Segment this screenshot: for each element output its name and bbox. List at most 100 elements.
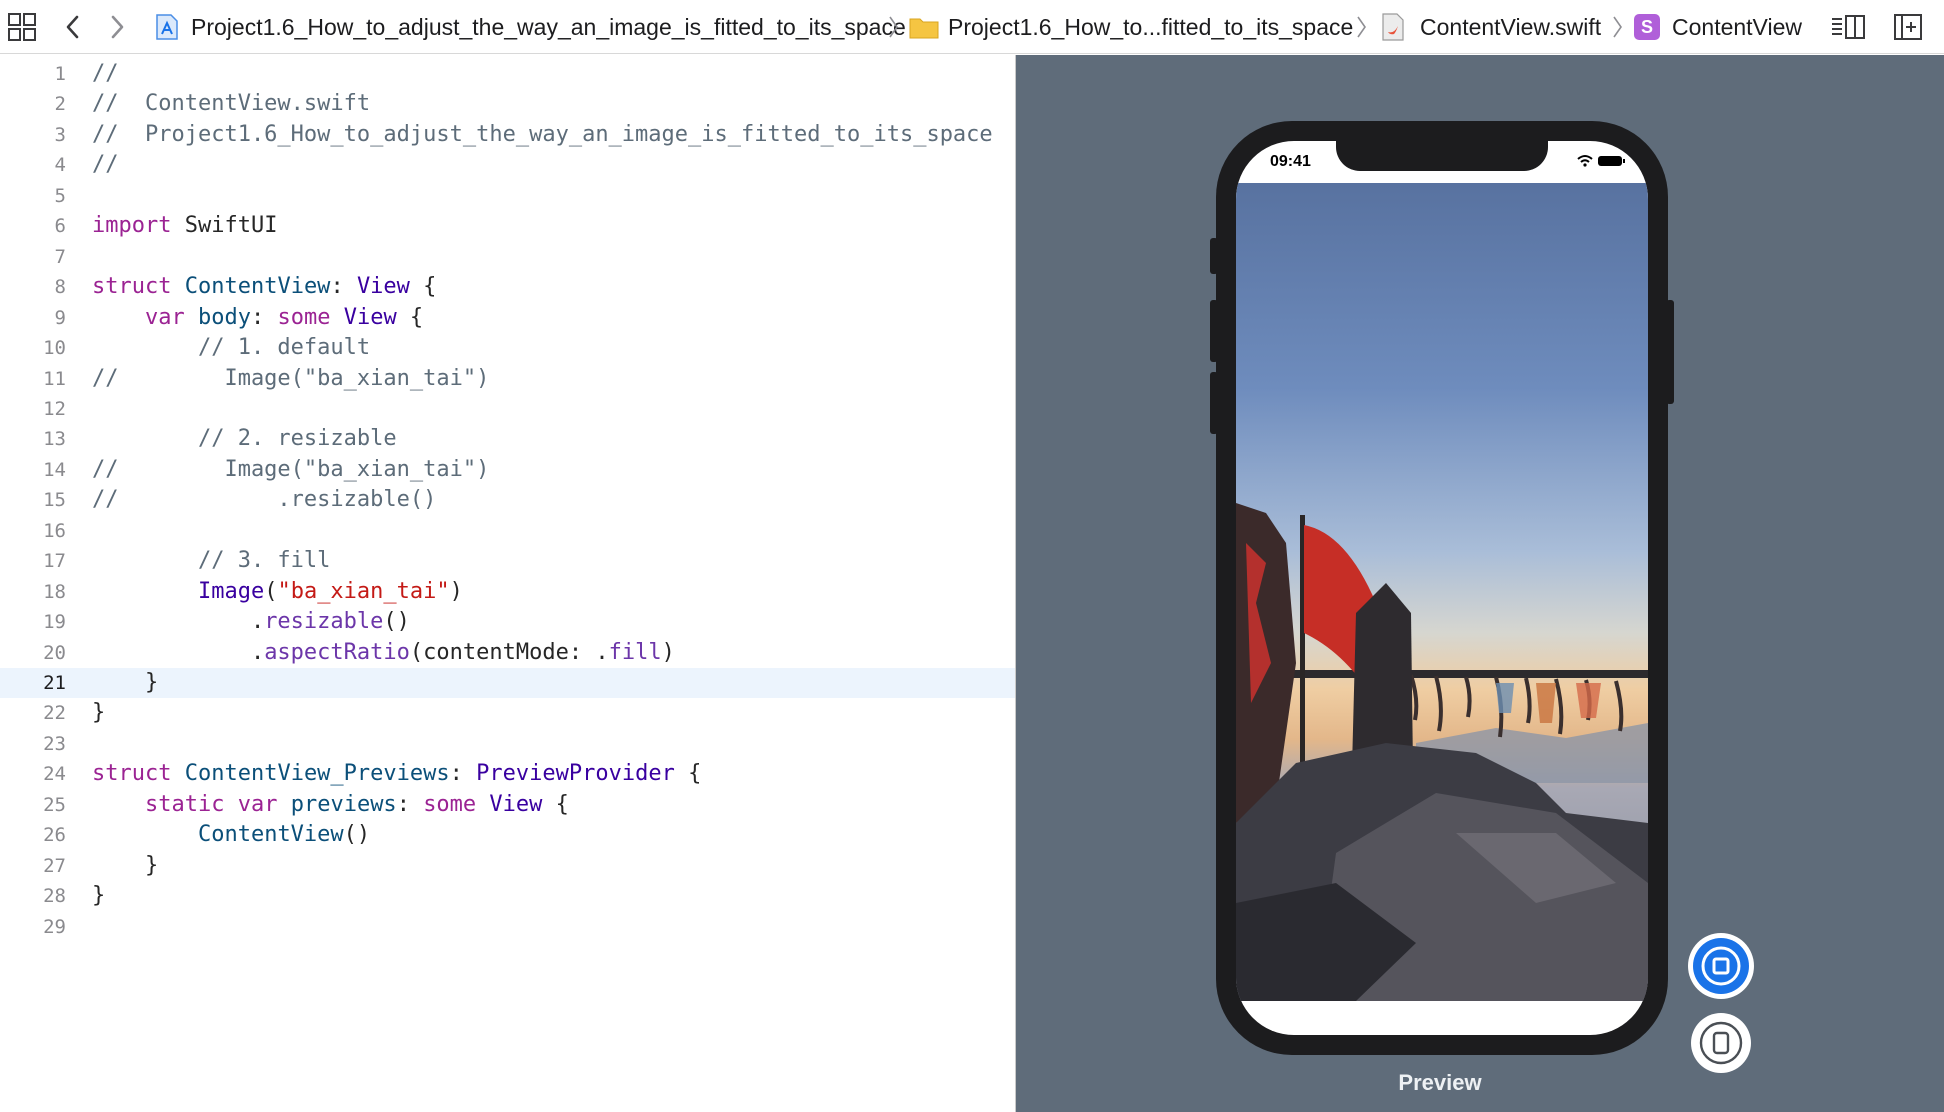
code-line[interactable]: 8 struct ContentView: View { [0,272,1015,302]
code-token: ) [661,639,675,665]
code-token: (contentMode: . [409,639,609,665]
back-button[interactable] [62,0,84,54]
code-token: } [92,670,159,695]
code-token: PreviewProvider [476,761,675,787]
code-line[interactable]: 21 } [0,668,1015,698]
code-token: . [92,639,265,665]
line-number: 5 [54,184,66,207]
code-line[interactable]: 23 [0,729,1015,759]
live-preview-button[interactable] [1686,931,1756,1001]
line-number: 6 [54,215,66,238]
code-token: // 1. default [92,335,371,361]
code-token: { [674,761,702,787]
code-text: .resizable() [92,607,410,637]
code-line[interactable]: 24 struct ContentView_Previews: PreviewPr… [0,759,1015,789]
code-text: // [92,59,119,89]
device-settings-button[interactable] [1690,1012,1752,1074]
code-token: { [409,274,437,300]
code-token: // 2. resizable [92,426,397,452]
mountain-photo [1236,183,1648,1001]
code-text: // Image("ba_xian_tai") [92,455,489,485]
line-number: 20 [43,641,66,664]
code-line[interactable]: 12 [0,394,1015,424]
add-editor-button[interactable] [1892,0,1924,54]
code-token: // .resizable() [92,487,437,513]
code-token: // ContentView.swift [92,91,371,117]
code-line[interactable]: 28} [0,881,1015,911]
code-token: { [396,304,424,330]
code-line[interactable]: 19 .resizable() [0,607,1015,637]
code-line[interactable]: 14 // Image("ba_xian_tai") [0,455,1015,485]
code-line[interactable]: 7 [0,242,1015,272]
code-line[interactable]: 13 // 2. resizable [0,424,1015,454]
code-line[interactable]: 16 [0,516,1015,546]
code-line[interactable]: 4 // [0,150,1015,180]
breadcrumb-file[interactable]: ContentView.swift [1380,0,1601,54]
line-number: 1 [54,63,66,85]
code-line[interactable]: 10 // 1. default [0,333,1015,363]
breadcrumb-symbol[interactable]: S ContentView [1634,0,1802,54]
line-number: 3 [54,123,66,146]
code-editor[interactable]: 1 // 2 // ContentView.swift 3 // Project1.6_H… [0,55,1015,1112]
code-token: previews [290,791,397,817]
code-token: : [330,274,357,300]
device-screen[interactable] [1236,141,1648,1035]
code-line[interactable]: 6 import SwiftUI [0,211,1015,241]
code-token: { [542,791,569,817]
code-line[interactable]: 22} [0,698,1015,728]
breadcrumb-project[interactable]: Project1.6_How_to_adjust_the_way_an_imag… [152,0,906,54]
code-line[interactable]: 25 static var previews: some View { [0,790,1015,820]
code-token: View [343,304,397,330]
code-line[interactable]: 18 Image("ba_xian_tai") [0,577,1015,607]
code-token: aspectRatio [264,639,410,665]
code-token: ( [264,578,278,604]
code-token: : [396,791,424,817]
code-line[interactable]: 27 } [0,851,1015,881]
breadcrumb-folder-label: Project1.6_How_to...fitted_to_its_space [948,13,1354,40]
chevron-left-icon [66,15,79,39]
code-text: // Project1.6_How_to_adjust_the_way_an_i… [92,120,993,150]
code-text: // ContentView.swift [92,89,370,119]
code-line[interactable]: 26 ContentView() [0,820,1015,850]
device-settings-icon [1691,1013,1751,1073]
editor-options-button[interactable] [1830,0,1868,54]
line-number: 24 [43,763,66,786]
line-number: 17 [43,550,66,573]
breadcrumb-separator-icon [1613,16,1622,38]
code-token: // Image("ba_xian_tai") [92,365,490,391]
code-line[interactable]: 29 [0,912,1015,942]
add-editor-icon [1894,14,1922,40]
lines-panel-icon [1832,15,1865,39]
code-line[interactable]: 3 // Project1.6_How_to_adjust_the_way_an_… [0,120,1015,150]
line-number: 25 [43,793,66,816]
code-line[interactable]: 2 // ContentView.swift [0,89,1015,119]
code-token: // 3. fill [92,548,331,574]
code-line[interactable]: 17 // 3. fill [0,546,1015,576]
code-text: var body: some View { [92,303,423,333]
code-line[interactable]: 20 .aspectRatio(contentMode: .fill) [0,638,1015,668]
code-line[interactable]: 11 // Image("ba_xian_tai") [0,364,1015,394]
breadcrumb-folder[interactable]: Project1.6_How_to...fitted_to_its_space [908,0,1353,54]
code-token: ContentView_Previews [184,761,450,787]
code-line[interactable]: 1 // [0,59,1015,89]
code-line[interactable]: 15 // .resizable() [0,485,1015,515]
code-token: () [343,822,371,848]
code-token: View [356,274,410,300]
wifi-icon [1577,155,1593,167]
code-line[interactable]: 5 [0,181,1015,211]
code-text: // 2. resizable [92,424,397,454]
code-line[interactable]: 9 var body: some View { [0,303,1015,333]
forward-button[interactable] [106,0,128,54]
code-token: // Image("ba_xian_tai") [92,456,490,482]
code-token: SwiftUI [171,213,278,239]
related-items-button[interactable] [6,0,38,54]
code-token: body [197,304,251,330]
code-token: fill [608,639,662,665]
line-number: 7 [54,245,66,268]
